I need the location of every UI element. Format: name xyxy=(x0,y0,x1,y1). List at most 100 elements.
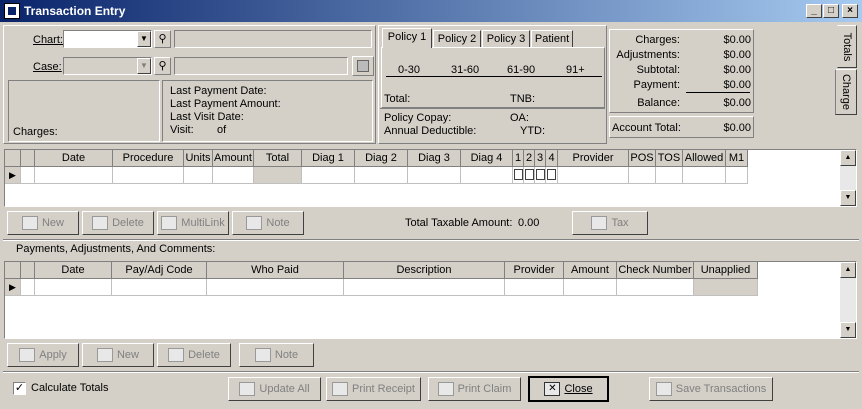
case-description-display xyxy=(174,57,348,75)
table-cell[interactable] xyxy=(113,167,184,184)
maximize-button[interactable]: □ xyxy=(823,4,839,18)
chevron-down-icon[interactable]: ▼ xyxy=(137,58,151,74)
scroll-up-arrow[interactable]: ▲ xyxy=(840,150,856,166)
payment-note-button[interactable]: Note xyxy=(239,343,314,367)
col-pos[interactable]: POS xyxy=(629,150,656,167)
chart-name-display xyxy=(174,30,372,48)
delete-payment-button[interactable]: Delete xyxy=(157,343,231,367)
charges-grid[interactable]: Date Procedure Units Amount Total Diag 1… xyxy=(4,149,857,207)
col-unapplied[interactable]: Unapplied xyxy=(694,262,758,279)
table-cell[interactable] xyxy=(21,279,35,296)
tab-policy-1[interactable]: Policy 1 xyxy=(382,28,432,48)
pointer-checkbox[interactable] xyxy=(524,167,535,184)
pointer-checkbox[interactable] xyxy=(513,167,524,184)
print-receipt-button[interactable]: Print Receipt xyxy=(326,377,421,401)
table-cell[interactable] xyxy=(302,167,355,184)
col-pointer-4[interactable]: 4 xyxy=(546,150,558,167)
table-cell[interactable] xyxy=(355,167,408,184)
save-icon xyxy=(655,382,672,396)
table-cell[interactable] xyxy=(558,167,629,184)
col-units[interactable]: Units xyxy=(184,150,213,167)
pointer-checkbox[interactable] xyxy=(535,167,546,184)
table-cell[interactable] xyxy=(408,167,461,184)
calculate-totals-checkbox[interactable]: ✓ xyxy=(13,382,26,395)
col-total[interactable]: Total xyxy=(254,150,302,167)
table-cell[interactable] xyxy=(112,279,207,296)
minimize-button[interactable]: _ xyxy=(806,4,822,18)
table-cell[interactable] xyxy=(629,167,656,184)
table-cell[interactable] xyxy=(617,279,694,296)
col-description[interactable]: Description xyxy=(344,262,505,279)
col-diag-3[interactable]: Diag 3 xyxy=(408,150,461,167)
close-button[interactable]: ✕ Close xyxy=(528,376,609,402)
table-cell[interactable] xyxy=(461,167,513,184)
col-allowed[interactable]: Allowed xyxy=(683,150,726,167)
tab-charge[interactable]: Charge xyxy=(835,69,857,115)
policy-tab-page xyxy=(381,47,605,108)
print-claim-button[interactable]: Print Claim xyxy=(428,377,521,401)
col-m1[interactable]: M1 xyxy=(726,150,748,167)
payments-grid[interactable]: Date Pay/Adj Code Who Paid Description P… xyxy=(4,261,857,339)
col-pointer-2[interactable]: 2 xyxy=(524,150,535,167)
table-cell[interactable] xyxy=(726,167,748,184)
table-cell[interactable] xyxy=(184,167,213,184)
col-pay-date[interactable]: Date xyxy=(35,262,112,279)
table-cell[interactable] xyxy=(683,167,726,184)
table-cell[interactable] xyxy=(207,279,344,296)
case-search-button[interactable]: ⚲ xyxy=(154,57,171,75)
col-provider[interactable]: Provider xyxy=(558,150,629,167)
table-cell[interactable] xyxy=(344,279,505,296)
chart-combo[interactable]: ▼ xyxy=(63,30,152,48)
case-edit-button[interactable] xyxy=(352,56,374,76)
col-date[interactable]: Date xyxy=(35,150,113,167)
col-pay-provider[interactable]: Provider xyxy=(505,262,564,279)
chart-search-button[interactable]: ⚲ xyxy=(154,30,171,48)
table-cell[interactable] xyxy=(35,279,112,296)
update-all-button[interactable]: Update All xyxy=(228,377,321,401)
table-cell[interactable] xyxy=(656,167,683,184)
pointer-checkbox[interactable] xyxy=(546,167,558,184)
col-tos[interactable]: TOS xyxy=(656,150,683,167)
search-icon: ⚲ xyxy=(158,33,167,45)
tax-button[interactable]: Tax xyxy=(572,211,648,235)
table-cell[interactable] xyxy=(21,167,35,184)
scroll-up-arrow[interactable]: ▲ xyxy=(840,262,856,278)
tab-policy-2[interactable]: Policy 2 xyxy=(433,30,481,48)
charge-note-button[interactable]: Note xyxy=(232,211,304,235)
col-pay-adj-code[interactable]: Pay/Adj Code xyxy=(112,262,207,279)
table-cell[interactable] xyxy=(564,279,617,296)
col-procedure[interactable]: Procedure xyxy=(113,150,184,167)
scroll-down-arrow[interactable]: ▼ xyxy=(840,190,856,206)
save-transactions-button[interactable]: Save Transactions xyxy=(649,377,773,401)
tab-patient[interactable]: Patient xyxy=(531,30,573,48)
chevron-down-icon[interactable]: ▼ xyxy=(137,31,151,47)
col-amount[interactable]: Amount xyxy=(213,150,254,167)
close-window-button[interactable]: × xyxy=(842,4,858,18)
multilink-button[interactable]: MultiLink xyxy=(157,211,229,235)
table-cell[interactable] xyxy=(505,279,564,296)
col-pointer-1[interactable]: 1 xyxy=(513,150,524,167)
tab-totals[interactable]: Totals xyxy=(837,25,857,68)
apply-button[interactable]: Apply xyxy=(7,343,79,367)
update-icon xyxy=(239,382,256,396)
payment-label: Payment: xyxy=(633,79,680,91)
scroll-down-arrow[interactable]: ▼ xyxy=(840,322,856,338)
grid-spacer-column xyxy=(21,150,35,167)
payments-scrollbar[interactable]: ▲ ▼ xyxy=(840,262,856,338)
col-diag-1[interactable]: Diag 1 xyxy=(302,150,355,167)
col-diag-2[interactable]: Diag 2 xyxy=(355,150,408,167)
charges-scrollbar[interactable]: ▲ ▼ xyxy=(840,150,856,206)
delete-charge-button[interactable]: Delete xyxy=(82,211,154,235)
col-check-number[interactable]: Check Number xyxy=(617,262,694,279)
table-cell[interactable] xyxy=(213,167,254,184)
printer-icon xyxy=(437,382,454,396)
col-pay-amount[interactable]: Amount xyxy=(564,262,617,279)
table-cell[interactable] xyxy=(35,167,113,184)
col-pointer-3[interactable]: 3 xyxy=(535,150,546,167)
col-who-paid[interactable]: Who Paid xyxy=(207,262,344,279)
tab-policy-3[interactable]: Policy 3 xyxy=(482,30,530,48)
new-charge-button[interactable]: New xyxy=(7,211,79,235)
case-combo[interactable]: ▼ xyxy=(63,57,152,75)
new-payment-button[interactable]: New xyxy=(82,343,154,367)
col-diag-4[interactable]: Diag 4 xyxy=(461,150,513,167)
